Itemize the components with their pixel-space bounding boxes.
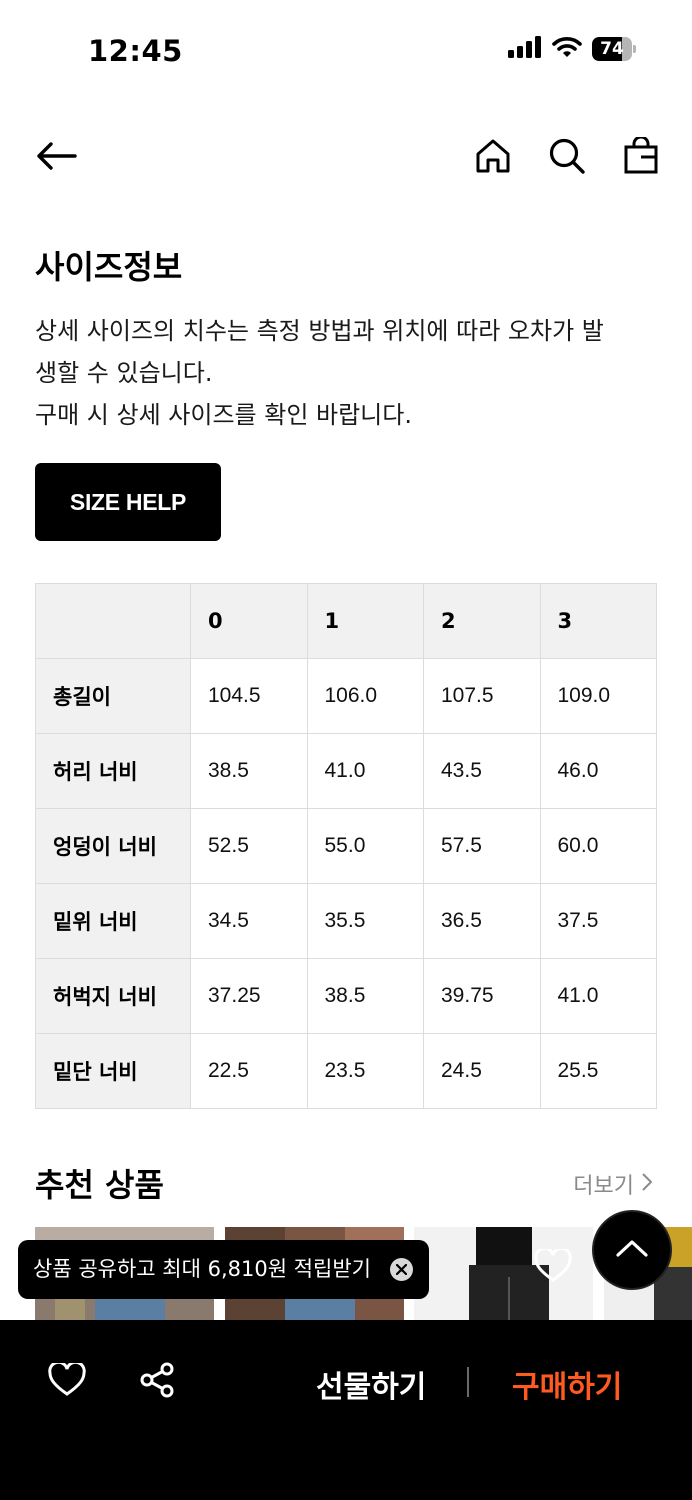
page-title: 사이즈정보 — [35, 248, 183, 286]
table-cell: 104.5 — [190, 658, 308, 734]
search-icon[interactable] — [545, 134, 589, 178]
table-header-cell — [35, 583, 191, 659]
table-header-cell: 2 — [423, 583, 541, 659]
signal-icon — [508, 36, 542, 62]
table-cell: 57.5 — [423, 808, 541, 884]
table-header-cell: 1 — [306, 583, 424, 659]
size-help-button[interactable]: SIZE HELP — [35, 463, 221, 541]
buy-button[interactable]: 구매하기 — [512, 1362, 622, 1406]
table-row: 허벅지 너비 37.25 38.5 39.75 41.0 — [35, 958, 657, 1034]
row-label: 총길이 — [35, 658, 191, 734]
table-row: 엉덩이 너비 52.5 55.0 57.5 60.0 — [35, 808, 657, 884]
recommended-title: 추천 상품 — [35, 1166, 164, 1204]
battery-indicator: 74 — [592, 37, 636, 61]
table-cell: 107.5 — [423, 658, 541, 734]
toast-text: 상품 공유하고 최대 6,810원 적립받기 — [33, 1257, 371, 1281]
table-cell: 41.0 — [306, 733, 424, 809]
heart-icon[interactable] — [45, 1358, 89, 1402]
table-cell: 22.5 — [190, 1033, 308, 1109]
product-thumbnail[interactable] — [414, 1227, 593, 1327]
table-cell: 106.0 — [306, 658, 424, 734]
bottom-action-bar: 선물하기 구매하기 — [0, 1320, 692, 1500]
status-time: 12:45 — [88, 34, 183, 68]
chevron-up-icon — [616, 1239, 648, 1261]
table-cell: 37.25 — [190, 958, 308, 1034]
heart-icon[interactable] — [534, 1246, 572, 1287]
status-icons: 74 — [508, 36, 636, 62]
description-line: 생할 수 있습니다. — [35, 359, 213, 387]
more-link[interactable]: 더보기 — [573, 1168, 653, 1200]
top-navigation — [0, 120, 692, 192]
share-reward-toast[interactable]: 상품 공유하고 최대 6,810원 적립받기 — [18, 1240, 429, 1299]
table-cell: 55.0 — [306, 808, 424, 884]
description-line: 상세 사이즈의 치수는 측정 방법과 위치에 따라 오차가 발 — [35, 317, 604, 345]
table-cell: 34.5 — [190, 883, 308, 959]
table-header-row: 0 1 2 3 — [35, 583, 657, 659]
table-cell: 46.0 — [539, 733, 657, 809]
table-cell: 24.5 — [423, 1033, 541, 1109]
table-cell: 23.5 — [306, 1033, 424, 1109]
table-cell: 37.5 — [539, 883, 657, 959]
size-description: 상세 사이즈의 치수는 측정 방법과 위치에 따라 오차가 발 생할 수 있습니… — [35, 310, 665, 436]
table-cell: 35.5 — [306, 883, 424, 959]
status-bar: 12:45 74 — [0, 0, 692, 100]
row-label: 허리 너비 — [35, 733, 191, 809]
table-cell: 109.0 — [539, 658, 657, 734]
table-cell: 36.5 — [423, 883, 541, 959]
table-cell: 60.0 — [539, 808, 657, 884]
row-label: 밑단 너비 — [35, 1033, 191, 1109]
size-table: 0 1 2 3 총길이 104.5 106.0 107.5 109.0 허리 너… — [35, 583, 657, 1109]
table-row: 총길이 104.5 106.0 107.5 109.0 — [35, 658, 657, 734]
close-icon[interactable] — [390, 1258, 413, 1281]
table-header-cell: 3 — [539, 583, 657, 659]
table-cell: 41.0 — [539, 958, 657, 1034]
share-icon[interactable] — [135, 1358, 179, 1402]
wifi-icon — [552, 36, 582, 62]
row-label: 허벅지 너비 — [35, 958, 191, 1034]
table-row: 밑위 너비 34.5 35.5 36.5 37.5 — [35, 883, 657, 959]
row-label: 엉덩이 너비 — [35, 808, 191, 884]
divider — [467, 1367, 469, 1397]
more-label: 더보기 — [573, 1174, 634, 1199]
table-row: 밑단 너비 22.5 23.5 24.5 25.5 — [35, 1033, 657, 1109]
chevron-right-icon — [642, 1172, 653, 1197]
gift-button[interactable]: 선물하기 — [316, 1362, 426, 1406]
scroll-top-button[interactable] — [594, 1212, 670, 1288]
table-cell: 38.5 — [306, 958, 424, 1034]
home-icon[interactable] — [471, 134, 515, 178]
description-line: 구매 시 상세 사이즈를 확인 바랍니다. — [35, 401, 412, 429]
table-header-cell: 0 — [190, 583, 308, 659]
shopping-bag-icon[interactable] — [619, 134, 663, 178]
row-label: 밑위 너비 — [35, 883, 191, 959]
table-row: 허리 너비 38.5 41.0 43.5 46.0 — [35, 733, 657, 809]
table-cell: 25.5 — [539, 1033, 657, 1109]
back-arrow-icon[interactable] — [34, 134, 78, 178]
battery-percent: 74 — [600, 39, 624, 59]
table-cell: 38.5 — [190, 733, 308, 809]
table-cell: 52.5 — [190, 808, 308, 884]
table-cell: 39.75 — [423, 958, 541, 1034]
table-cell: 43.5 — [423, 733, 541, 809]
